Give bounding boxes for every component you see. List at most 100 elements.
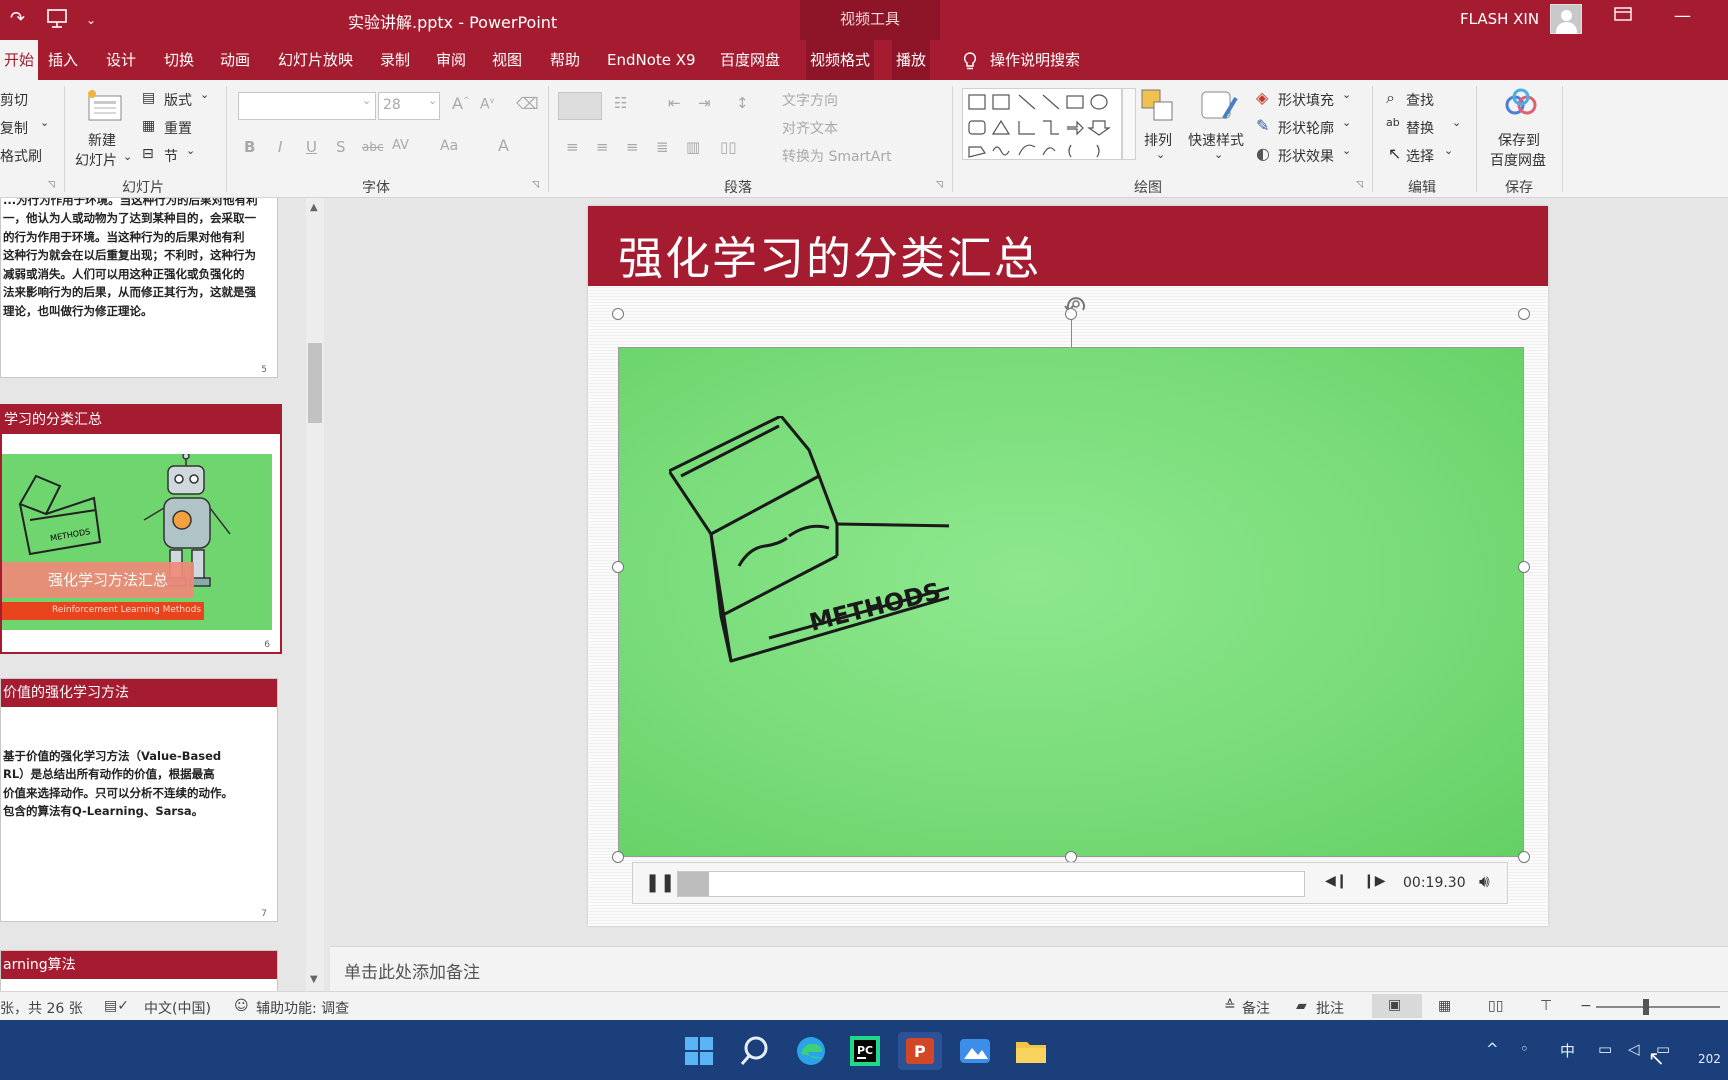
shape-fill-icon[interactable]: ◈: [1256, 88, 1268, 107]
align-text-button[interactable]: 对齐文本: [782, 118, 838, 138]
zoom-out-icon[interactable]: −: [1580, 998, 1592, 1014]
select-dropdown-icon[interactable]: ⌄: [1444, 144, 1453, 157]
new-slide-label-2[interactable]: 幻灯片: [75, 150, 117, 170]
slide-thumbnail-5[interactable]: ...为行为作用于环境。当这种行为的后果对他有利 一，他认为人或动物为了达到某种…: [0, 198, 278, 378]
save-to-label[interactable]: 保存到: [1498, 130, 1540, 150]
ribbon-display-options-icon[interactable]: [1614, 6, 1632, 27]
increase-font-icon[interactable]: A^: [452, 94, 470, 113]
shapes-gallery[interactable]: [962, 88, 1122, 160]
new-slide-label[interactable]: 新建: [88, 130, 116, 150]
decrease-font-icon[interactable]: Av: [480, 96, 494, 113]
shapes-gallery-scroll[interactable]: [1122, 88, 1136, 160]
resize-handle-top[interactable]: [1065, 308, 1077, 320]
tab-design[interactable]: 设计: [102, 40, 140, 80]
slide-thumbnail-8[interactable]: arning算法: [0, 950, 278, 991]
notes-toggle-icon[interactable]: ≙: [1224, 998, 1236, 1014]
tell-me-search[interactable]: 操作说明搜索: [986, 40, 1084, 80]
tab-home[interactable]: 开始: [0, 40, 39, 80]
zoom-slider-thumb[interactable]: [1643, 999, 1649, 1015]
bullets-icon[interactable]: [558, 92, 602, 120]
tab-animations[interactable]: 动画: [216, 40, 254, 80]
reset-button[interactable]: 重置: [164, 118, 192, 138]
windows-start-icon[interactable]: [680, 1032, 718, 1070]
shape-effects-button[interactable]: 形状效果: [1278, 146, 1334, 166]
numbering-icon[interactable]: ☷: [614, 94, 627, 112]
replace-icon[interactable]: ab: [1386, 116, 1400, 129]
start-slideshow-icon[interactable]: [46, 8, 68, 33]
language[interactable]: 中文(中国): [144, 998, 211, 1018]
tray-app-icon[interactable]: ◦: [1520, 1040, 1529, 1058]
layout-button[interactable]: 版式: [164, 90, 192, 110]
pause-icon[interactable]: ❚❚: [645, 872, 675, 893]
dialog-launcher-icon[interactable]: ◹: [1356, 180, 1363, 190]
minimize-icon[interactable]: —: [1674, 6, 1691, 26]
clock[interactable]: 202: [1698, 1052, 1721, 1066]
tab-transitions[interactable]: 切换: [160, 40, 198, 80]
new-slide-icon[interactable]: [86, 88, 124, 126]
section-icon[interactable]: ⊟: [142, 146, 154, 162]
tab-view[interactable]: 视图: [488, 40, 526, 80]
tab-help[interactable]: 帮助: [546, 40, 584, 80]
lightbulb-icon[interactable]: [958, 40, 982, 80]
replace-button[interactable]: 替换: [1406, 118, 1434, 138]
tab-record[interactable]: 录制: [376, 40, 414, 80]
shape-effects-icon[interactable]: ◐: [1256, 144, 1270, 163]
tab-playback[interactable]: 播放: [892, 40, 931, 80]
resize-handle-right[interactable]: [1518, 561, 1530, 573]
comments-icon[interactable]: ▰: [1296, 998, 1307, 1014]
scrollbar-thumb[interactable]: [308, 343, 322, 423]
convert-smartart-button[interactable]: 转换为 SmartArt: [782, 146, 892, 166]
arrange-button[interactable]: 排列: [1144, 130, 1172, 150]
new-slide-dropdown-icon[interactable]: ⌄: [123, 150, 132, 163]
ime-indicator[interactable]: 中: [1560, 1040, 1575, 1061]
volume-icon[interactable]: 🔊︎: [1479, 872, 1490, 892]
tab-slideshow[interactable]: 幻灯片放映: [274, 40, 357, 80]
resize-handle-left[interactable]: [612, 561, 624, 573]
notes-pane[interactable]: 单击此处添加备注: [330, 946, 1728, 991]
justify-icon[interactable]: ≣: [656, 138, 669, 156]
resize-handle-bottom-left[interactable]: [612, 851, 624, 863]
step-forward-icon[interactable]: ❙▶: [1363, 873, 1386, 889]
slide-thumbnail-6-selected[interactable]: 学习的分类汇总 METHODS 强化学习方法汇总 Reinforcement L…: [0, 404, 282, 654]
baidu-netdisk-icon[interactable]: [1504, 88, 1538, 122]
columns-icon[interactable]: ▯▯: [720, 138, 737, 156]
strikethrough-icon[interactable]: abc: [362, 140, 384, 154]
step-back-icon[interactable]: ◀❙: [1325, 873, 1348, 889]
layout-icon[interactable]: ▤: [142, 90, 155, 106]
network-icon[interactable]: ▭: [1598, 1040, 1612, 1058]
align-left-icon[interactable]: ≡: [566, 138, 579, 156]
section-button[interactable]: 节: [164, 146, 178, 166]
font-size-dropdown-icon[interactable]: ⌄: [428, 94, 437, 107]
scroll-down-icon[interactable]: ▼: [310, 974, 318, 985]
slide-thumbnail-pane[interactable]: ...为行为作用于环境。当这种行为的后果对他有利 一，他认为人或动物为了达到某种…: [0, 198, 300, 991]
font-name-box[interactable]: [238, 92, 376, 120]
select-pointer-icon[interactable]: ↖: [1388, 144, 1401, 163]
thumbnail-scrollbar[interactable]: ▲ ▼: [306, 198, 324, 991]
notes-toggle[interactable]: 备注: [1242, 998, 1270, 1018]
character-spacing-icon[interactable]: AV: [392, 138, 409, 153]
change-case-icon[interactable]: Aa: [440, 138, 458, 154]
accessibility-status[interactable]: 辅助功能: 调查: [256, 998, 349, 1018]
decrease-indent-icon[interactable]: ⇤: [668, 94, 681, 112]
clear-formatting-icon[interactable]: ⌫: [516, 94, 539, 113]
notes-placeholder[interactable]: 单击此处添加备注: [344, 958, 480, 983]
font-color-icon[interactable]: A: [498, 136, 509, 155]
rotate-handle-icon[interactable]: [1061, 292, 1091, 324]
align-right-icon[interactable]: ≡: [626, 138, 639, 156]
slideshow-view-icon[interactable]: ⊤: [1540, 998, 1552, 1014]
italic-icon[interactable]: I: [278, 138, 282, 156]
pycharm-icon[interactable]: PC: [846, 1032, 884, 1070]
line-spacing-icon[interactable]: ↕: [736, 94, 749, 112]
cut-button[interactable]: 剪切: [0, 90, 28, 110]
shape-outline-dropdown-icon[interactable]: ⌄: [1342, 116, 1351, 129]
shape-effects-dropdown-icon[interactable]: ⌄: [1342, 144, 1351, 157]
spellcheck-icon[interactable]: ▤✓: [104, 998, 129, 1014]
user-name[interactable]: FLASH XIN: [1460, 10, 1539, 28]
select-button[interactable]: 选择: [1406, 146, 1434, 166]
shape-fill-button[interactable]: 形状填充: [1278, 90, 1334, 110]
accessibility-icon[interactable]: ☺: [234, 998, 249, 1014]
slide-sorter-icon[interactable]: ▦: [1438, 998, 1451, 1014]
quick-styles-icon[interactable]: [1200, 88, 1240, 128]
copy-button[interactable]: 复制: [0, 118, 28, 138]
video-frame[interactable]: METHODS: [618, 347, 1524, 857]
